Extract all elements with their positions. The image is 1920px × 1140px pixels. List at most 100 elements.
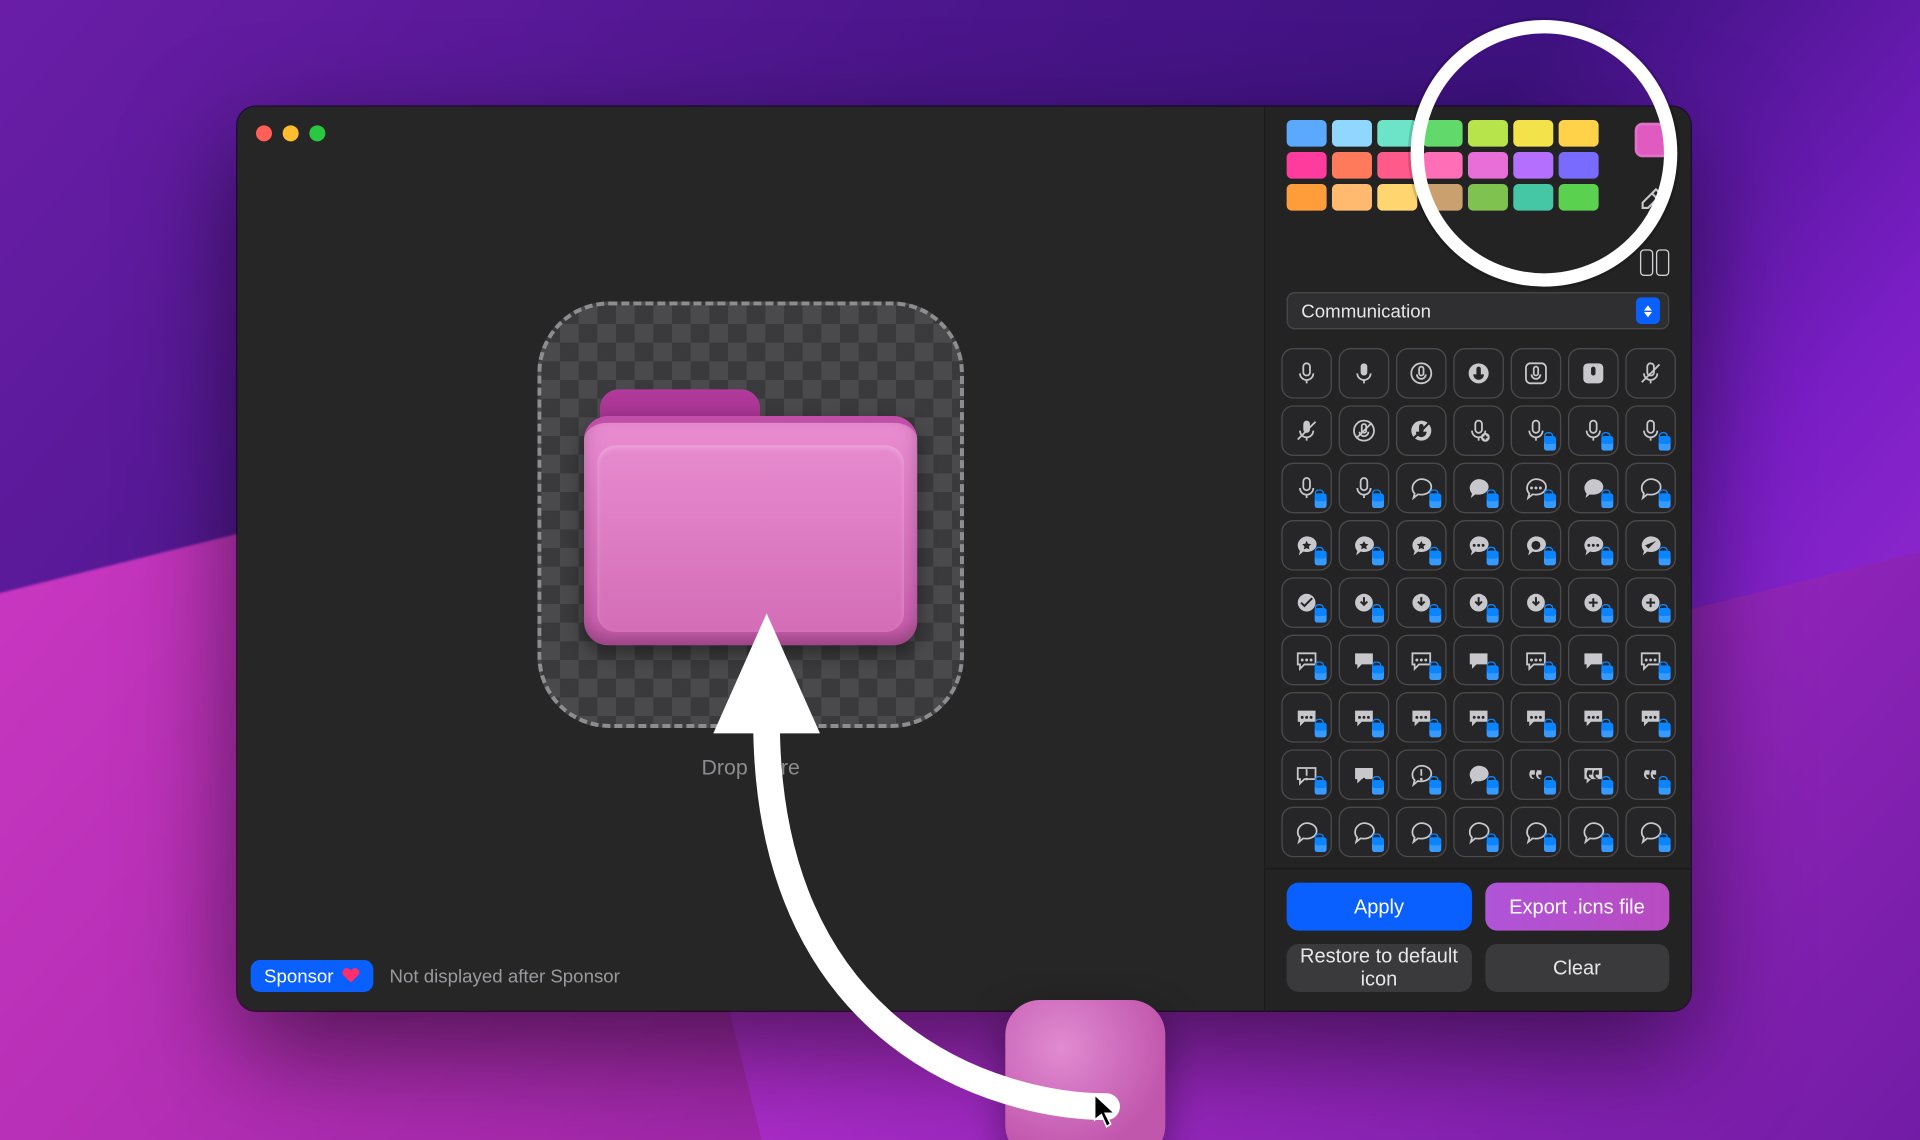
symbol-sqbubble2-3[interactable]	[1453, 692, 1504, 743]
color-swatch-10[interactable]	[1423, 152, 1463, 179]
color-swatch-3[interactable]	[1423, 120, 1463, 147]
symbol-rbubble-dots-5[interactable]	[1568, 520, 1619, 571]
symbol-extra-5[interactable]	[1568, 807, 1619, 858]
color-swatch-9[interactable]	[1377, 152, 1417, 179]
right-panel: Communication Apply Export .icns file Re…	[1264, 107, 1691, 1011]
close-window-button[interactable]	[256, 125, 272, 141]
symbol-bubble-locked-4[interactable]	[1568, 463, 1619, 514]
color-swatch-8[interactable]	[1332, 152, 1372, 179]
minimize-window-button[interactable]	[283, 125, 299, 141]
symbol-mic-circle-outline[interactable]	[1396, 348, 1447, 399]
symbol-circ-plus-6[interactable]	[1625, 577, 1676, 628]
symbol-quote-rexcl-3[interactable]	[1453, 749, 1504, 800]
color-swatch-7[interactable]	[1287, 152, 1327, 179]
symbol-rbubble-star-0[interactable]	[1281, 520, 1332, 571]
symbol-mic-outline[interactable]	[1281, 348, 1332, 399]
eyedropper-button[interactable]	[1637, 184, 1669, 223]
symbol-circ-arrow-4[interactable]	[1511, 577, 1562, 628]
symbol-extra-3[interactable]	[1453, 807, 1504, 858]
symbol-quote-excl-1[interactable]	[1339, 749, 1390, 800]
symbol-mic-circle-slash-fill[interactable]	[1396, 405, 1447, 456]
symbol-mic-circle-slash[interactable]	[1339, 405, 1390, 456]
symbol-mic-fill[interactable]	[1339, 348, 1390, 399]
symbol-mic-slash-fill[interactable]	[1281, 405, 1332, 456]
symbol-bubble-locked-2[interactable]	[1453, 463, 1504, 514]
symbol-bubble-locked-3[interactable]	[1511, 463, 1562, 514]
symbol-circ-check-0[interactable]	[1281, 577, 1332, 628]
color-swatch-18[interactable]	[1468, 184, 1508, 211]
symbol-mic-locked-1[interactable]	[1511, 405, 1562, 456]
restore-button[interactable]: Restore to default icon	[1287, 944, 1472, 992]
symbol-sqbubble-6[interactable]	[1625, 635, 1676, 686]
symbol-mic-slash-outline[interactable]	[1625, 348, 1676, 399]
symbol-sqbubble-3[interactable]	[1453, 635, 1504, 686]
symbol-circ-arrow-1[interactable]	[1339, 577, 1390, 628]
color-swatch-13[interactable]	[1559, 152, 1599, 179]
color-swatch-4[interactable]	[1468, 120, 1508, 147]
symbol-rbubble-smile-4[interactable]	[1511, 520, 1562, 571]
symbol-sqbubble2-4[interactable]	[1511, 692, 1562, 743]
symbol-sqbubble-1[interactable]	[1339, 635, 1390, 686]
color-swatch-11[interactable]	[1468, 152, 1508, 179]
color-swatch-1[interactable]	[1332, 120, 1372, 147]
symbol-extra-6[interactable]	[1625, 807, 1676, 858]
sponsor-button[interactable]: Sponsor	[251, 960, 374, 992]
symbol-circ-plus-5[interactable]	[1568, 577, 1619, 628]
symbol-sqbubble-5[interactable]	[1568, 635, 1619, 686]
color-swatch-12[interactable]	[1513, 152, 1553, 179]
color-swatch-6[interactable]	[1559, 120, 1599, 147]
color-swatch-17[interactable]	[1423, 184, 1463, 211]
symbol-extra-4[interactable]	[1511, 807, 1562, 858]
symbol-mic-square-fill[interactable]	[1568, 348, 1619, 399]
symbol-extra-0[interactable]	[1281, 807, 1332, 858]
color-swatch-15[interactable]	[1332, 184, 1372, 211]
symbol-mic-locked-5[interactable]	[1339, 463, 1390, 514]
symbol-sqbubble-0[interactable]	[1281, 635, 1332, 686]
color-swatch-20[interactable]	[1559, 184, 1599, 211]
symbol-grid-scroll[interactable]	[1265, 343, 1690, 868]
symbol-sqbubble2-5[interactable]	[1568, 692, 1619, 743]
export-button[interactable]: Export .icns file	[1485, 883, 1670, 931]
symbol-extra-1[interactable]	[1339, 807, 1390, 858]
color-swatch-0[interactable]	[1287, 120, 1327, 147]
layout-toggle[interactable]	[1640, 249, 1669, 276]
symbol-bubble-locked-1[interactable]	[1396, 463, 1447, 514]
symbol-mic-circle-fill[interactable]	[1453, 348, 1504, 399]
clear-button[interactable]: Clear	[1485, 944, 1670, 992]
symbol-sqbubble2-0[interactable]	[1281, 692, 1332, 743]
symbol-bubble-locked-5[interactable]	[1625, 463, 1676, 514]
symbol-quote-excl-0[interactable]	[1281, 749, 1332, 800]
color-swatch-16[interactable]	[1377, 184, 1417, 211]
symbol-sqbubble-2[interactable]	[1396, 635, 1447, 686]
symbol-quote-quote-4[interactable]	[1511, 749, 1562, 800]
symbol-rbubble-star-1[interactable]	[1339, 520, 1390, 571]
symbol-rbubble-check-6[interactable]	[1625, 520, 1676, 571]
symbol-quote-rexcl-2[interactable]	[1396, 749, 1447, 800]
symbol-mic-locked-2[interactable]	[1568, 405, 1619, 456]
color-swatch-14[interactable]	[1287, 184, 1327, 211]
symbol-category-select[interactable]: Communication	[1287, 292, 1670, 329]
symbol-rbubble-star-2[interactable]	[1396, 520, 1447, 571]
apply-button[interactable]: Apply	[1287, 883, 1472, 931]
color-swatch-5[interactable]	[1513, 120, 1553, 147]
symbol-sqbubble-4[interactable]	[1511, 635, 1562, 686]
symbol-extra-2[interactable]	[1396, 807, 1447, 858]
dock-app-icon[interactable]	[1005, 1000, 1165, 1140]
symbol-circ-arrow-2[interactable]	[1396, 577, 1447, 628]
symbol-quote-quote-6[interactable]	[1625, 749, 1676, 800]
symbol-mic-badge-plus[interactable]	[1453, 405, 1504, 456]
color-swatch-19[interactable]	[1513, 184, 1553, 211]
color-swatch-2[interactable]	[1377, 120, 1417, 147]
symbol-mic-locked-3[interactable]	[1625, 405, 1676, 456]
current-color-swatch[interactable]	[1635, 123, 1670, 158]
zoom-window-button[interactable]	[309, 125, 325, 141]
symbol-quote-quote-5[interactable]	[1568, 749, 1619, 800]
icon-dropzone[interactable]	[537, 301, 964, 728]
symbol-sqbubble2-2[interactable]	[1396, 692, 1447, 743]
symbol-mic-locked-4[interactable]	[1281, 463, 1332, 514]
symbol-rbubble-dots-3[interactable]	[1453, 520, 1504, 571]
symbol-sqbubble2-6[interactable]	[1625, 692, 1676, 743]
symbol-sqbubble2-1[interactable]	[1339, 692, 1390, 743]
symbol-mic-square-outline[interactable]	[1511, 348, 1562, 399]
symbol-circ-arrow-3[interactable]	[1453, 577, 1504, 628]
